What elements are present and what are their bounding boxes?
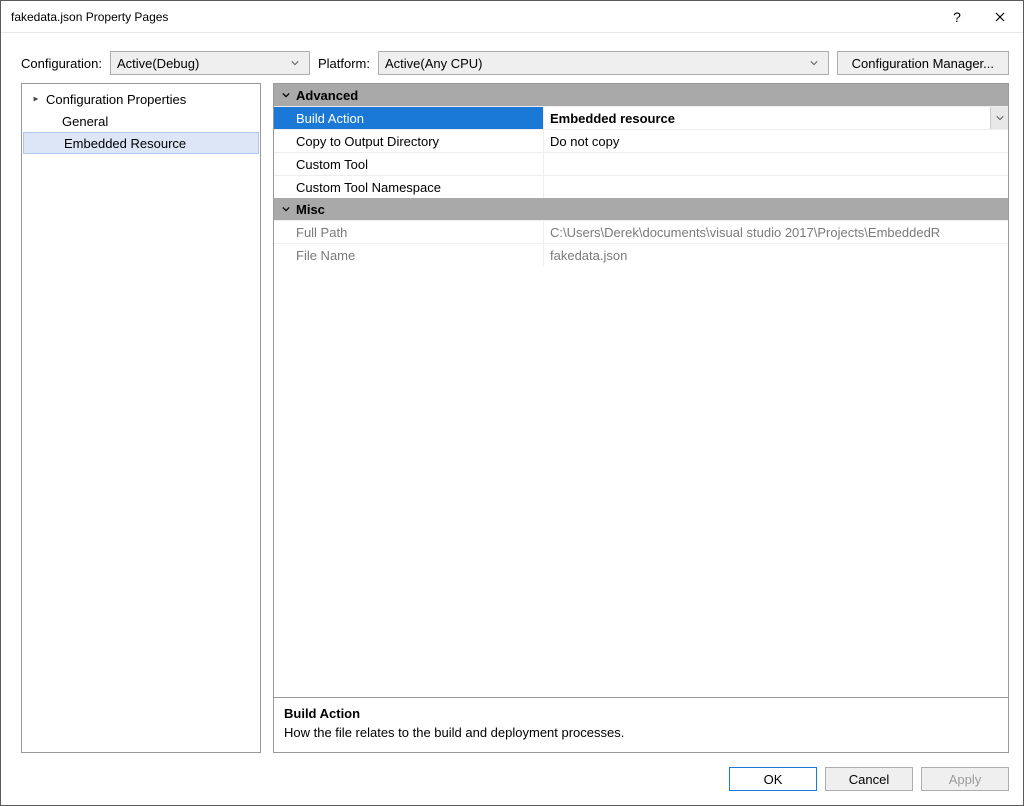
configuration-bar: Configuration: Active(Debug) Platform: A… bbox=[1, 33, 1023, 83]
property-grid-empty-area bbox=[274, 266, 1008, 697]
prop-name: Build Action bbox=[274, 107, 544, 129]
prop-value[interactable]: Embedded resource bbox=[544, 107, 1008, 129]
chevron-down-icon bbox=[278, 91, 294, 99]
window-title: fakedata.json Property Pages bbox=[11, 10, 937, 24]
help-button[interactable]: ? bbox=[937, 9, 977, 25]
tree-root-label: Configuration Properties bbox=[46, 92, 186, 107]
category-label: Misc bbox=[296, 202, 325, 217]
category-tree[interactable]: Configuration Properties General Embedde… bbox=[21, 83, 261, 753]
prop-file-name[interactable]: File Name fakedata.json bbox=[274, 243, 1008, 266]
tree-item-label: General bbox=[62, 114, 108, 129]
description-title: Build Action bbox=[284, 706, 998, 721]
prop-name: File Name bbox=[274, 244, 544, 266]
chevron-down-icon bbox=[287, 59, 303, 67]
configuration-label: Configuration: bbox=[21, 56, 102, 71]
property-grid-area: Advanced Build Action Embedded resource … bbox=[273, 83, 1009, 753]
prop-name: Copy to Output Directory bbox=[274, 130, 544, 152]
configuration-manager-button[interactable]: Configuration Manager... bbox=[837, 51, 1009, 75]
category-advanced-header[interactable]: Advanced bbox=[274, 84, 1008, 106]
description-text: How the file relates to the build and de… bbox=[284, 725, 998, 740]
configuration-value: Active(Debug) bbox=[117, 56, 281, 71]
platform-label: Platform: bbox=[318, 56, 370, 71]
platform-combo[interactable]: Active(Any CPU) bbox=[378, 51, 829, 75]
tree-item-label: Embedded Resource bbox=[64, 136, 186, 151]
prop-custom-tool[interactable]: Custom Tool bbox=[274, 152, 1008, 175]
configuration-combo[interactable]: Active(Debug) bbox=[110, 51, 310, 75]
apply-button[interactable]: Apply bbox=[921, 767, 1009, 791]
prop-value[interactable]: Do not copy bbox=[544, 130, 1008, 152]
dialog-footer: OK Cancel Apply bbox=[1, 753, 1023, 805]
property-grid[interactable]: Advanced Build Action Embedded resource … bbox=[273, 83, 1009, 698]
close-icon[interactable] bbox=[977, 1, 1023, 32]
category-misc-header[interactable]: Misc bbox=[274, 198, 1008, 220]
prop-build-action[interactable]: Build Action Embedded resource bbox=[274, 106, 1008, 129]
titlebar: fakedata.json Property Pages ? bbox=[1, 1, 1023, 33]
tree-item-general[interactable]: General bbox=[22, 110, 260, 132]
chevron-down-icon bbox=[806, 59, 822, 67]
prop-name: Full Path bbox=[274, 221, 544, 243]
prop-copy-to-output[interactable]: Copy to Output Directory Do not copy bbox=[274, 129, 1008, 152]
tree-collapse-icon[interactable] bbox=[30, 93, 42, 105]
chevron-down-icon[interactable] bbox=[990, 107, 1008, 129]
main-split: Configuration Properties General Embedde… bbox=[1, 83, 1023, 753]
prop-name: Custom Tool Namespace bbox=[274, 176, 544, 198]
tree-root[interactable]: Configuration Properties bbox=[22, 88, 260, 110]
cancel-button[interactable]: Cancel bbox=[825, 767, 913, 791]
chevron-down-icon bbox=[278, 205, 294, 213]
prop-value[interactable] bbox=[544, 176, 1008, 198]
prop-value[interactable] bbox=[544, 153, 1008, 175]
prop-custom-tool-namespace[interactable]: Custom Tool Namespace bbox=[274, 175, 1008, 198]
property-pages-dialog: fakedata.json Property Pages ? Configura… bbox=[0, 0, 1024, 806]
platform-value: Active(Any CPU) bbox=[385, 56, 800, 71]
description-pane: Build Action How the file relates to the… bbox=[273, 698, 1009, 753]
prop-value: fakedata.json bbox=[544, 244, 1008, 266]
ok-button[interactable]: OK bbox=[729, 767, 817, 791]
tree-item-embedded-resource[interactable]: Embedded Resource bbox=[23, 132, 259, 154]
prop-name: Custom Tool bbox=[274, 153, 544, 175]
prop-value: C:\Users\Derek\documents\visual studio 2… bbox=[544, 221, 1008, 243]
category-label: Advanced bbox=[296, 88, 358, 103]
prop-full-path[interactable]: Full Path C:\Users\Derek\documents\visua… bbox=[274, 220, 1008, 243]
